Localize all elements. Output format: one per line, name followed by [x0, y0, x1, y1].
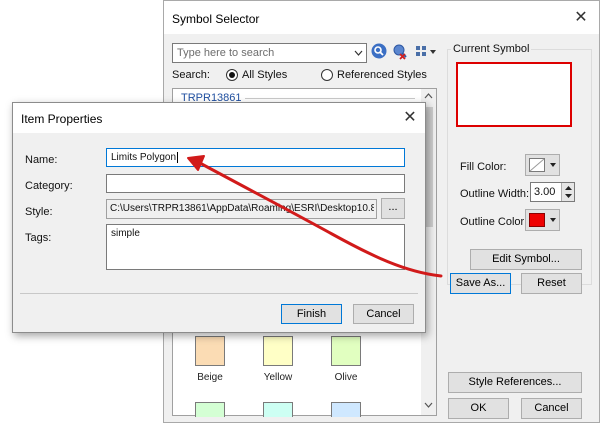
symbol-selector-title: Symbol Selector: [172, 12, 260, 26]
swatch-yellow[interactable]: [263, 336, 293, 366]
item-properties-titlebar: Item Properties ✕: [13, 103, 425, 133]
no-color-swatch-icon: [529, 158, 545, 172]
list-group-divider: [245, 98, 415, 99]
swatch-olive[interactable]: [331, 336, 361, 366]
radio-referenced-styles-label[interactable]: Referenced Styles: [337, 69, 427, 81]
swatch-label: Beige: [197, 372, 223, 383]
spin-down-icon[interactable]: [565, 194, 572, 198]
fill-color-label: Fill Color:: [460, 161, 507, 173]
view-options-icon[interactable]: [415, 45, 437, 59]
name-field[interactable]: Limits Polygon: [106, 148, 405, 167]
name-value: Limits Polygon: [111, 152, 179, 163]
fill-color-picker[interactable]: [525, 154, 560, 176]
style-field[interactable]: C:\Users\TRPR13861\AppData\Roaming\ESRI\…: [106, 199, 377, 219]
search-input[interactable]: Type here to search: [172, 43, 367, 63]
radio-all-styles[interactable]: [226, 69, 238, 81]
outline-width-label: Outline Width:: [460, 188, 530, 200]
browse-button[interactable]: ...: [381, 198, 405, 219]
tags-value: simple: [111, 228, 140, 239]
item-properties-dialog: Item Properties ✕ Name: Limits Polygon C…: [12, 102, 426, 333]
outline-width-value: 3.00: [534, 186, 556, 198]
scroll-up-icon[interactable]: [424, 93, 433, 99]
reset-button[interactable]: Reset: [521, 273, 582, 294]
swatch-label: Olive: [334, 372, 358, 383]
search-placeholder: Type here to search: [177, 47, 275, 59]
outline-color-swatch: [529, 213, 545, 227]
spin-buttons[interactable]: [561, 183, 574, 201]
radio-all-styles-label[interactable]: All Styles: [242, 69, 287, 81]
swatch-label: Yellow: [263, 372, 293, 383]
ok-button[interactable]: OK: [448, 398, 509, 419]
close-icon[interactable]: ✕: [572, 9, 590, 27]
style-label: Style:: [25, 206, 53, 218]
close-icon[interactable]: ✕: [401, 109, 419, 127]
cancel-button[interactable]: Cancel: [353, 304, 414, 324]
save-as-button[interactable]: Save As...: [450, 273, 511, 294]
finish-button[interactable]: Finish: [281, 304, 342, 324]
dialog-separator: [20, 293, 418, 294]
swatch-beige[interactable]: [195, 336, 225, 366]
category-label: Category:: [25, 180, 73, 192]
radio-selected-dot: [229, 72, 235, 78]
scroll-down-icon[interactable]: [424, 402, 433, 408]
outline-width-stepper[interactable]: 3.00: [530, 182, 575, 202]
dropdown-arrow-icon: [550, 163, 556, 167]
swatch-green[interactable]: [195, 402, 225, 417]
name-label: Name:: [25, 154, 58, 166]
outline-color-label: Outline Color:: [460, 216, 528, 228]
spin-up-icon[interactable]: [565, 186, 572, 190]
swatch-aqua[interactable]: [263, 402, 293, 417]
outline-color-picker[interactable]: [525, 209, 560, 231]
edit-symbol-button[interactable]: Edit Symbol...: [470, 249, 582, 270]
clear-search-icon[interactable]: [391, 42, 409, 60]
dropdown-arrow-icon: [550, 218, 556, 222]
current-symbol-label: Current Symbol: [451, 43, 532, 55]
chevron-down-icon[interactable]: [354, 50, 363, 57]
swatch-light-blue[interactable]: [331, 402, 361, 417]
style-references-button[interactable]: Style References...: [448, 372, 582, 393]
item-properties-title: Item Properties: [21, 112, 103, 126]
symbol-selector-titlebar: Symbol Selector ✕: [164, 1, 599, 34]
style-path-value: C:\Users\TRPR13861\AppData\Roaming\ESRI\…: [110, 203, 374, 214]
cancel-button[interactable]: Cancel: [521, 398, 582, 419]
category-field[interactable]: [106, 174, 405, 193]
search-icon[interactable]: [370, 42, 388, 60]
search-scope-label: Search:: [172, 69, 210, 81]
tags-field[interactable]: simple: [106, 224, 405, 270]
tags-label: Tags:: [25, 232, 52, 244]
current-symbol-preview: [456, 62, 572, 127]
radio-referenced-styles[interactable]: [321, 69, 333, 81]
